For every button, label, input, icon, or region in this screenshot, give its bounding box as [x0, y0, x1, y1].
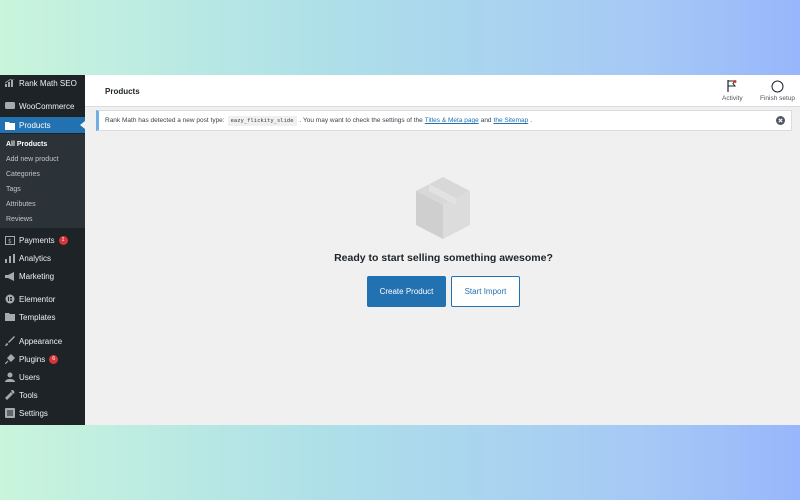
- plugins-badge: 6: [49, 354, 59, 364]
- woocommerce-header: Products Activity Finish setup: [85, 75, 800, 107]
- notice-text: .: [530, 117, 533, 124]
- elementor-icon: [5, 294, 15, 304]
- folder-icon: [5, 312, 15, 322]
- sidebar-item-label: Appearance: [19, 336, 63, 346]
- submenu-reviews[interactable]: Reviews: [6, 216, 32, 223]
- titles-meta-link[interactable]: Titles & Meta page: [425, 117, 479, 124]
- sidebar-item-label: Payments: [19, 235, 55, 245]
- products-icon: [5, 120, 15, 130]
- start-import-button[interactable]: Start Import: [451, 276, 520, 307]
- notice-text: . You may want to check the settings of …: [299, 117, 423, 124]
- sidebar-item-elementor[interactable]: Elementor: [0, 291, 85, 307]
- sidebar-item-appearance[interactable]: Appearance: [0, 333, 85, 349]
- activity-button[interactable]: Activity: [722, 79, 743, 102]
- sidebar-item-label: Templates: [19, 312, 56, 322]
- sidebar-item-rank-math[interactable]: Rank Math SEO: [0, 75, 85, 91]
- plugin-icon: [5, 354, 15, 364]
- settings-icon: [5, 408, 15, 418]
- notice-text: and: [480, 117, 492, 124]
- rank-math-icon: [5, 78, 15, 88]
- sidebar-item-marketing[interactable]: Marketing: [0, 268, 85, 284]
- products-submenu: All Products Add new product Categories …: [0, 134, 85, 228]
- notice-text: Rank Math has detected a new post type:: [105, 117, 225, 124]
- progress-circle-icon: [771, 79, 785, 93]
- flag-icon: [725, 79, 739, 93]
- wp-admin-window: Rank Math SEO WooCommerce Products All P…: [0, 75, 800, 425]
- sidebar-item-woocommerce[interactable]: WooCommerce: [0, 98, 85, 114]
- admin-sidebar: Rank Math SEO WooCommerce Products All P…: [0, 75, 85, 425]
- sidebar-item-label: Elementor: [19, 294, 56, 304]
- page-title: Products: [105, 87, 140, 96]
- finish-setup-label: Finish setup: [760, 95, 796, 102]
- sidebar-item-label: Users: [19, 372, 40, 382]
- woocommerce-icon: [5, 101, 15, 111]
- activity-label: Activity: [722, 95, 743, 102]
- create-product-button[interactable]: Create Product: [367, 276, 446, 307]
- active-indicator: [80, 121, 85, 129]
- submenu-categories[interactable]: Categories: [6, 171, 40, 178]
- sidebar-item-payments[interactable]: $ Payments 1: [0, 232, 85, 248]
- sitemap-link[interactable]: the Sitemap: [494, 117, 529, 124]
- sidebar-item-label: Rank Math SEO: [19, 78, 77, 88]
- dismiss-icon[interactable]: [776, 116, 785, 125]
- sidebar-item-tools[interactable]: Tools: [0, 387, 85, 403]
- megaphone-icon: [5, 271, 15, 281]
- payments-badge: 1: [58, 235, 68, 245]
- sidebar-item-label: Plugins: [19, 354, 46, 364]
- sidebar-item-label: Tools: [19, 390, 38, 400]
- users-icon: [5, 372, 15, 382]
- empty-state-message: Ready to start selling something awesome…: [334, 252, 553, 264]
- sidebar-item-users[interactable]: Users: [0, 369, 85, 385]
- paintbrush-icon: [5, 336, 15, 346]
- submenu-tags[interactable]: Tags: [6, 186, 21, 193]
- sidebar-item-label: Marketing: [19, 271, 55, 281]
- submenu-attributes[interactable]: Attributes: [6, 201, 36, 208]
- sidebar-item-templates[interactable]: Templates: [0, 309, 85, 325]
- sidebar-item-settings[interactable]: Settings: [0, 405, 85, 421]
- submenu-add-new-product[interactable]: Add new product: [6, 156, 59, 163]
- sidebar-item-label: Products: [19, 120, 51, 130]
- svg-text:$: $: [8, 238, 12, 245]
- post-type-code: eazy_flickity_slide: [227, 115, 297, 126]
- rank-math-notice: Rank Math has detected a new post type: …: [96, 110, 792, 131]
- sidebar-item-label: WooCommerce: [19, 101, 75, 111]
- empty-box-icon: [412, 175, 474, 246]
- payments-icon: $: [5, 235, 15, 245]
- finish-setup-button[interactable]: Finish setup: [760, 79, 795, 102]
- sidebar-item-plugins[interactable]: Plugins 6: [0, 351, 85, 367]
- wrench-icon: [5, 390, 15, 400]
- sidebar-item-label: Settings: [19, 408, 48, 418]
- sidebar-item-products[interactable]: Products: [0, 117, 85, 133]
- submenu-all-products[interactable]: All Products: [6, 141, 47, 148]
